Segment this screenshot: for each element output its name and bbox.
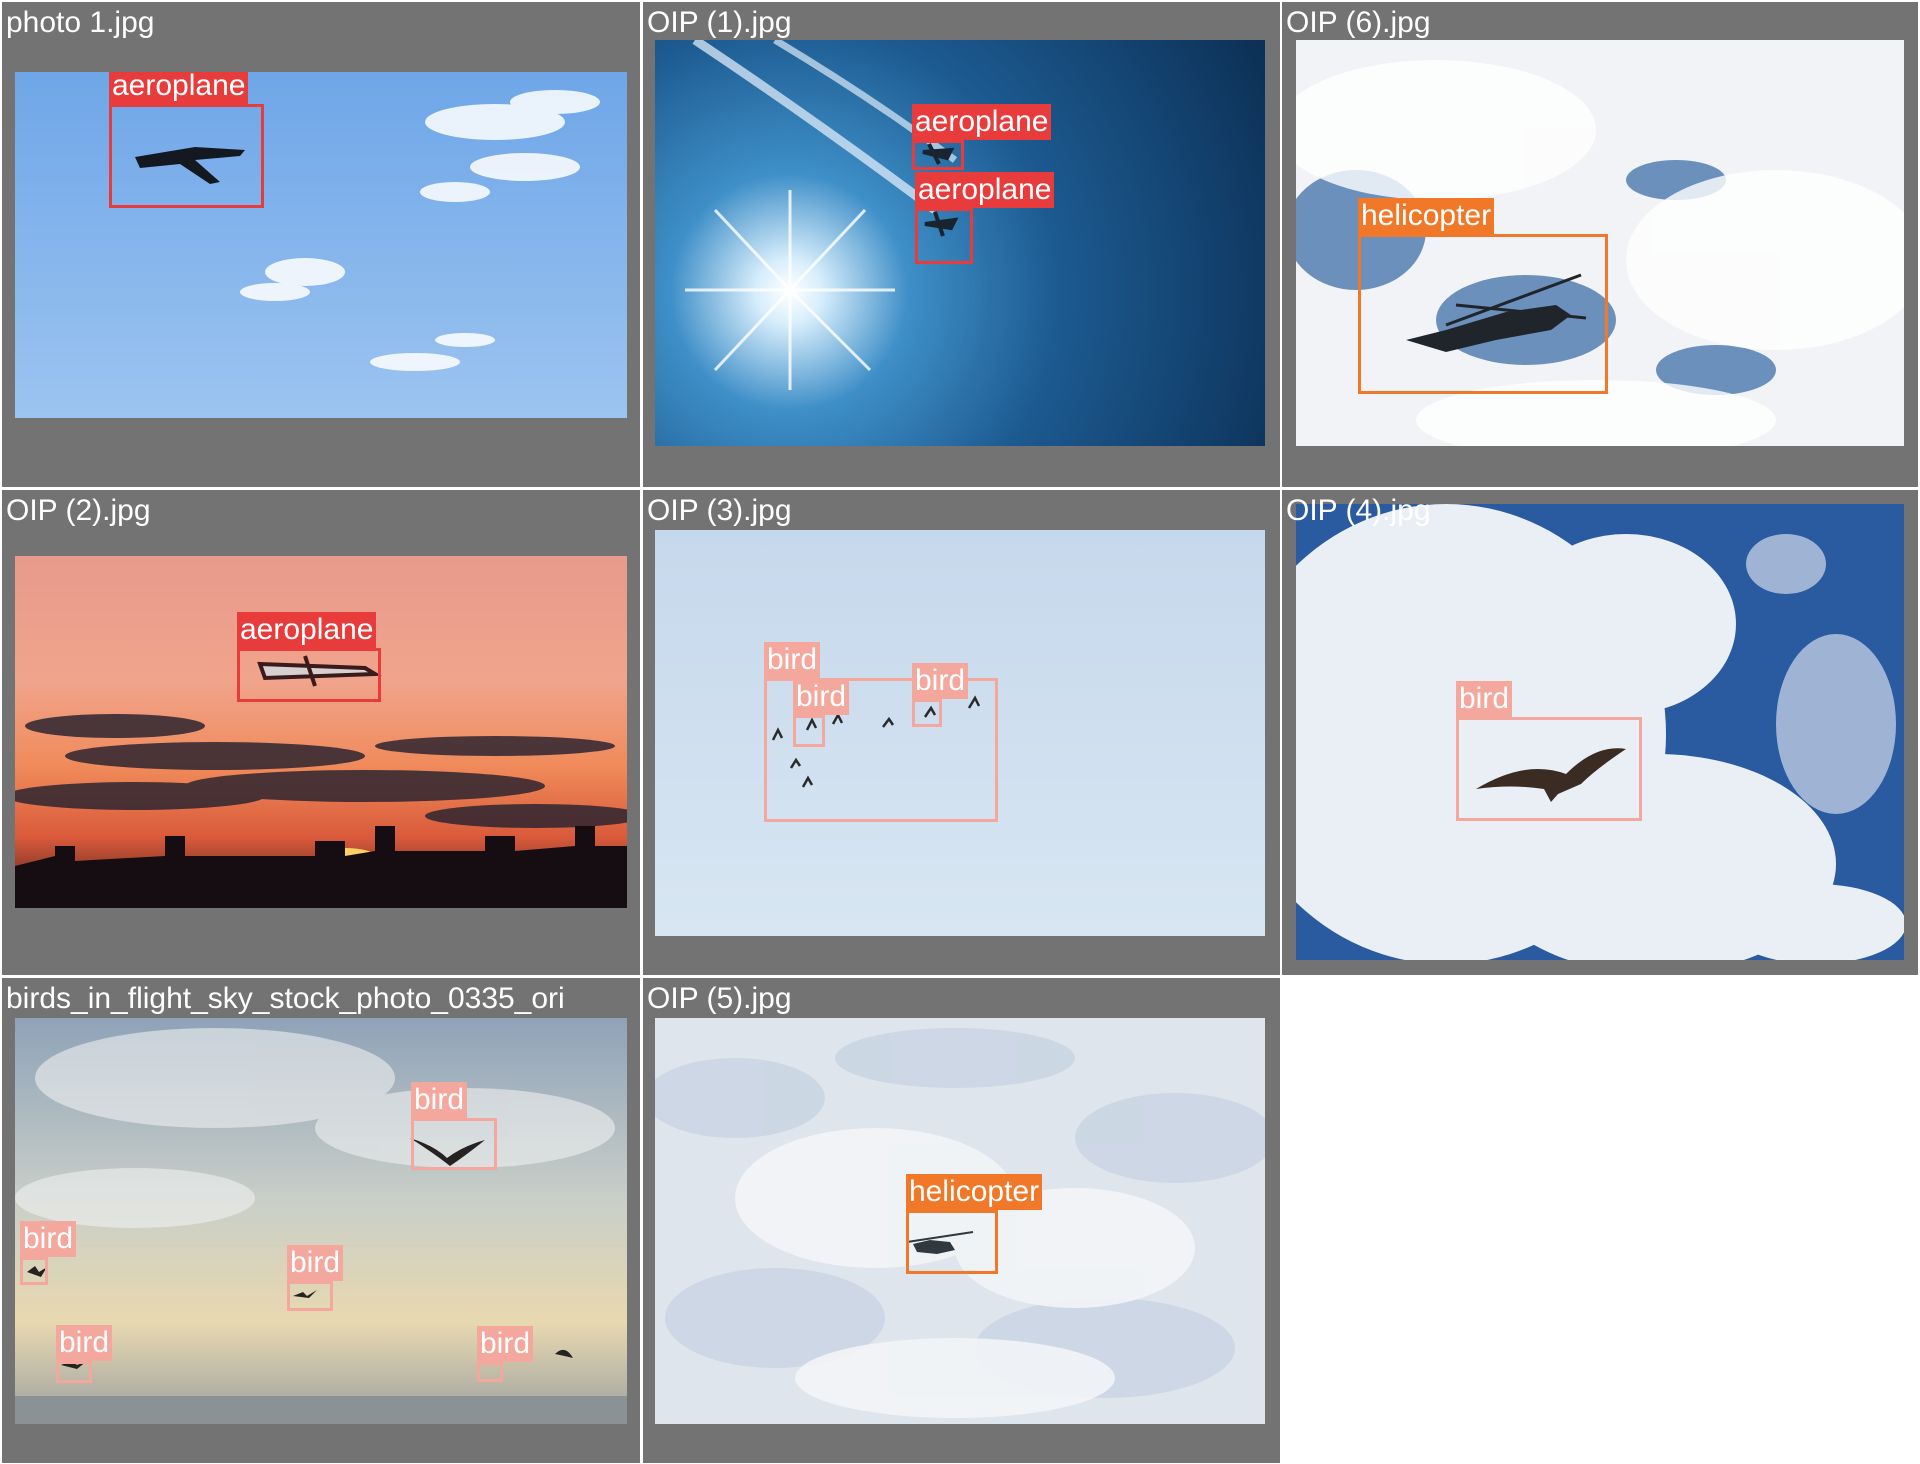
photo-plane-sunset: aeroplane bbox=[15, 556, 627, 908]
detection-box: bird bbox=[287, 1245, 344, 1311]
sky-scene bbox=[15, 1028, 627, 1424]
detection-label: helicopter bbox=[906, 1174, 1043, 1210]
detection-box: bird bbox=[912, 663, 969, 727]
cell-title: OIP (1).jpg bbox=[647, 6, 792, 39]
photo-helicopter-clouds: helicopter bbox=[1296, 40, 1904, 446]
cell-title: OIP (2).jpg bbox=[6, 494, 151, 527]
grid-cell-oip-3: OIP (3).jpg bird bird bird bbox=[643, 490, 1280, 975]
detection-box: aeroplane bbox=[912, 104, 1052, 170]
cell-title: OIP (5).jpg bbox=[647, 982, 792, 1015]
detection-label: bird bbox=[477, 1326, 534, 1362]
detection-label: helicopter bbox=[1358, 198, 1495, 234]
grid-cell-oip-4: bird OIP (4).jpg bbox=[1282, 490, 1918, 975]
grid-cell-oip-2: OIP (2).jpg aeroplane bbox=[2, 490, 640, 975]
detection-label: bird bbox=[56, 1325, 113, 1361]
detection-box: bird bbox=[411, 1082, 497, 1170]
detection-label: aeroplane bbox=[915, 172, 1055, 208]
detection-box: aeroplane bbox=[237, 612, 381, 702]
grid-cell-oip-5: OIP (5).jpg helicopter bbox=[643, 978, 1280, 1463]
photo-plane-blue-sky: aeroplane bbox=[15, 72, 627, 418]
detection-box: aeroplane bbox=[915, 172, 1055, 264]
detection-box: bird bbox=[477, 1326, 534, 1382]
detection-box: aeroplane bbox=[109, 72, 264, 208]
photo-helicopter-overcast: helicopter bbox=[655, 1018, 1265, 1424]
detection-label: bird bbox=[1456, 681, 1513, 717]
grid-cell-oip-1: OIP (1).jpg aeroplane aeroplane bbox=[643, 2, 1280, 487]
detection-label: aeroplane bbox=[912, 104, 1052, 140]
detection-label: bird bbox=[20, 1221, 77, 1257]
sky-scene bbox=[135, 90, 600, 371]
detection-label: aeroplane bbox=[109, 72, 249, 104]
detection-box: bird bbox=[793, 679, 850, 747]
grid-cell-photo-1: photo 1.jpg aeroplane bbox=[2, 2, 640, 487]
bird-silhouette bbox=[555, 1349, 573, 1358]
detection-box: bird bbox=[56, 1325, 113, 1383]
photo-birds-in-flight: bird bird bird bird bird bbox=[15, 1018, 627, 1424]
cell-title: OIP (6).jpg bbox=[1286, 6, 1431, 39]
detection-label: bird bbox=[287, 1245, 344, 1281]
photo-planes-sun: aeroplane aeroplane bbox=[655, 40, 1265, 446]
detection-label: bird bbox=[912, 663, 969, 699]
detection-label: aeroplane bbox=[237, 612, 377, 648]
detection-box: helicopter bbox=[906, 1174, 1043, 1274]
cell-title: photo 1.jpg bbox=[6, 6, 155, 39]
detection-box: bird bbox=[1456, 681, 1642, 821]
city-skyline bbox=[15, 826, 627, 908]
cell-title: birds_in_flight_sky_stock_photo_0335_ori bbox=[6, 982, 565, 1015]
photo-kite-bird: bird bbox=[1296, 504, 1904, 960]
cell-title: OIP (4).jpg bbox=[1286, 494, 1431, 527]
photo-bird-flock: bird bird bird bbox=[655, 530, 1265, 936]
grid-cell-birds-in-flight: birds_in_flight_sky_stock_photo_0335_ori… bbox=[2, 978, 640, 1463]
detection-label: bird bbox=[764, 642, 821, 678]
detection-box: helicopter bbox=[1358, 198, 1608, 394]
grid-cell-oip-6: OIP (6).jpg helicopter bbox=[1282, 2, 1918, 487]
sunset-scene bbox=[15, 655, 627, 908]
detection-label: bird bbox=[411, 1082, 468, 1118]
detection-label: bird bbox=[793, 679, 850, 715]
cell-title: OIP (3).jpg bbox=[647, 494, 792, 527]
detection-box: bird bbox=[20, 1221, 77, 1285]
